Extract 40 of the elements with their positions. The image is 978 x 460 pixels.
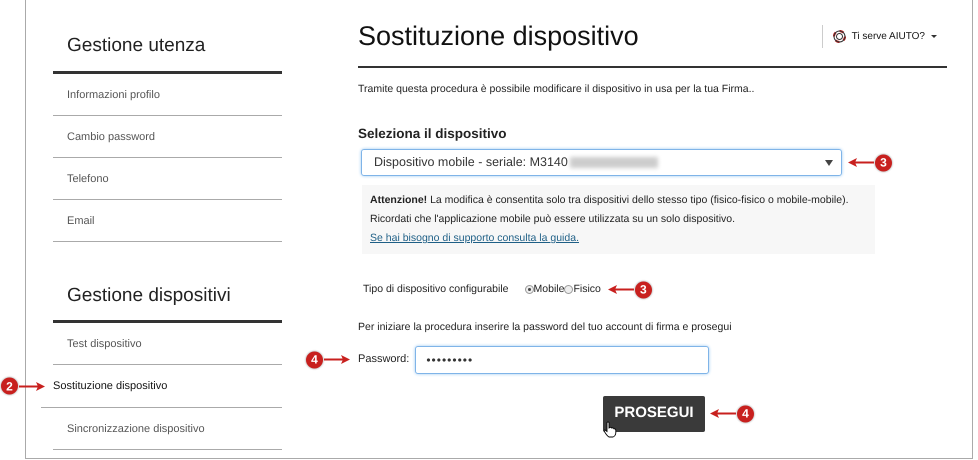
sidebar-item[interactable]: Test dispositivo: [53, 323, 282, 365]
radio-option[interactable]: Mobile: [524, 282, 564, 298]
arrow-icon: [709, 408, 737, 418]
arrow-icon: [606, 284, 635, 295]
arrow-icon: [847, 158, 875, 168]
password-field[interactable]: •••••••••: [415, 346, 710, 374]
continue-button[interactable]: PROSEGUI: [603, 396, 705, 432]
radio-option[interactable]: Fisico: [564, 282, 601, 298]
instruction-text: Per iniziare la procedura inserire la password del tuo account di firma e prosegui: [358, 320, 733, 335]
arrow-icon: [18, 381, 46, 391]
notice-text: Attenzione! La modifica è consentita solo tra dispositivi dello stesso tipo (fisico-fisico o mobile-mobile).: [370, 193, 850, 208]
sidebar-item[interactable]: Sostituzione dispositivo: [53, 365, 282, 407]
sidebar-item[interactable]: Email: [53, 200, 282, 242]
help-link[interactable]: Se hai bisogno di supporto consulta la guida.: [370, 232, 579, 244]
hand-cursor-icon: [603, 420, 617, 438]
arrow-icon: [323, 354, 351, 364]
notice-text: Ricordati che l'applicazione mobile può essere utilizzata su un solo dispositivo.: [370, 212, 736, 227]
sidebar-item[interactable]: Informazioni profilo: [53, 74, 282, 116]
select-value: Dispositivo mobile - seriale: M3140: [374, 154, 568, 172]
radio-button[interactable]: [524, 285, 534, 294]
callout-number: 4: [737, 405, 754, 422]
field-label: Password:: [358, 352, 410, 368]
lifebuoy-icon: [832, 30, 846, 42]
page-title: Sostituzione dispositivo: [358, 20, 639, 52]
sidebar-item[interactable]: Sincronizzazione dispositivo: [53, 408, 282, 450]
callout-number: 4: [306, 351, 323, 368]
callout-number: 3: [634, 281, 652, 298]
section-heading: Gestione utenza: [53, 0, 282, 74]
intro-text: Tramite questa procedura è possibile modificare il dispositivo in usa per la tua Firma..: [358, 82, 756, 97]
radio-button[interactable]: [564, 285, 574, 294]
sidebar-item[interactable]: Cambio password: [53, 116, 282, 158]
field-label: Seleziona il dispositivo: [358, 124, 508, 143]
caret-icon: [931, 34, 937, 38]
section-heading: Gestione dispositivi: [53, 250, 282, 323]
callout-number: 3: [875, 154, 892, 171]
callout-number: 2: [1, 378, 18, 394]
sidebar-item[interactable]: Telefono: [53, 158, 282, 200]
help-dropdown[interactable]: Ti serve AIUTO?: [822, 24, 947, 48]
field-label: Tipo di dispositivo configurabile: [363, 282, 509, 297]
caret-icon: [825, 160, 833, 166]
